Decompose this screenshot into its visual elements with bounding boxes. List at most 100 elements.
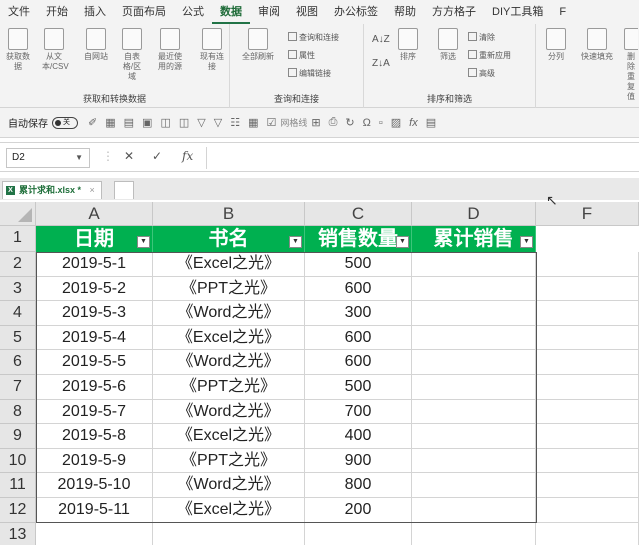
header-cell-title[interactable]: 书名 ▼ xyxy=(153,226,305,252)
row-header[interactable]: 1 xyxy=(0,226,36,252)
tab-data[interactable]: 数据 xyxy=(212,0,250,24)
tab-diy-toolbox[interactable]: DIY工具箱 xyxy=(484,0,551,24)
layout-icon[interactable]: ◫ xyxy=(160,116,170,129)
from-table-button[interactable]: 自表格/区域 xyxy=(120,28,144,82)
sort-az-button[interactable]: A↓Z xyxy=(372,34,390,46)
empty-cell[interactable] xyxy=(536,448,639,474)
autosave-toggle[interactable]: 关 xyxy=(52,116,78,129)
tab-view[interactable]: 视图 xyxy=(288,0,326,24)
frame-icon[interactable]: ▣ xyxy=(142,116,152,129)
edit-links-button[interactable]: 编辑链接 xyxy=(288,68,331,80)
header-cell-cumulative[interactable]: 累计销售 ▼ xyxy=(412,226,536,252)
get-data-button[interactable]: 获取数据 xyxy=(6,28,30,72)
fx-quick-icon[interactable]: fx xyxy=(409,117,418,129)
column-header-b[interactable]: B xyxy=(153,202,305,226)
empty-cell[interactable] xyxy=(536,301,639,326)
advanced-button[interactable]: 高级 xyxy=(468,68,495,80)
row-header[interactable]: 2 xyxy=(0,252,36,277)
filter-dropdown-icon[interactable]: ▼ xyxy=(289,236,302,248)
quantity-cell[interactable] xyxy=(305,522,412,545)
omega-symbol-icon[interactable]: Ω xyxy=(363,117,371,129)
formula-input[interactable] xyxy=(206,147,639,169)
enter-icon[interactable]: ✓ xyxy=(152,149,162,163)
header-cell-date[interactable]: 日期 ▼ xyxy=(36,226,153,252)
flash-fill-button[interactable]: 快速填充 xyxy=(580,28,614,62)
filter-dropdown-icon[interactable]: ▼ xyxy=(396,236,409,248)
empty-cell[interactable] xyxy=(536,498,639,523)
empty-cell[interactable] xyxy=(536,424,639,449)
tab-home[interactable]: 开始 xyxy=(38,0,76,24)
format-icon[interactable]: ☷ xyxy=(230,116,240,129)
filter-quick-icon[interactable]: ▽ xyxy=(197,116,205,129)
empty-cell[interactable] xyxy=(536,375,639,400)
row-header[interactable]: 9 xyxy=(0,424,36,449)
header-cell-quantity[interactable]: 销售数量 ▼ xyxy=(305,226,412,252)
insert-cells-icon[interactable]: ⊞ xyxy=(311,116,320,129)
cumulative-cell[interactable] xyxy=(412,522,536,545)
date-cell[interactable] xyxy=(36,522,153,545)
recent-sources-button[interactable]: 最近使用的源 xyxy=(158,28,182,72)
column-header-d[interactable]: D xyxy=(412,202,536,226)
tab-fangfang[interactable]: 方方格子 xyxy=(424,0,484,24)
from-web-button[interactable]: 自网站 xyxy=(84,28,108,62)
row-header[interactable]: 5 xyxy=(0,325,36,351)
tab-page-layout[interactable]: 页面布局 xyxy=(114,0,174,24)
filter-dropdown-icon[interactable]: ▼ xyxy=(520,236,533,248)
filter2-quick-icon[interactable]: ▽ xyxy=(214,116,222,129)
tab-review[interactable]: 审阅 xyxy=(250,0,288,24)
empty-cell[interactable] xyxy=(536,522,639,545)
from-text-button[interactable]: 从文本/CSV xyxy=(42,28,69,72)
close-icon[interactable]: × xyxy=(90,185,95,195)
row-header[interactable]: 7 xyxy=(0,375,36,400)
tab-formulas[interactable]: 公式 xyxy=(174,0,212,24)
clear-button[interactable]: 清除 xyxy=(468,32,495,44)
gridlines-checkbox[interactable]: ☑ xyxy=(266,116,276,129)
row-header[interactable]: 11 xyxy=(0,473,36,498)
empty-cell[interactable] xyxy=(536,276,639,302)
empty-cell[interactable] xyxy=(536,325,639,351)
chevron-down-icon[interactable]: ▼ xyxy=(75,149,83,167)
empty-cell[interactable] xyxy=(536,473,639,498)
empty-cell[interactable] xyxy=(536,252,639,277)
row-header[interactable]: 6 xyxy=(0,350,36,375)
tab-insert[interactable]: 插入 xyxy=(76,0,114,24)
row-header[interactable]: 13 xyxy=(0,522,36,545)
strike-icon[interactable]: ▨ xyxy=(391,116,401,129)
row-header[interactable]: 8 xyxy=(0,399,36,425)
cancel-icon[interactable]: ✕ xyxy=(124,149,134,163)
workbook-tab[interactable]: X 累计求和.xlsx * × xyxy=(2,181,102,199)
refresh-all-button[interactable]: 全部刷新 xyxy=(238,28,278,62)
tab-help[interactable]: 帮助 xyxy=(386,0,424,24)
name-box[interactable]: D2 ▼ xyxy=(6,148,90,168)
tab-office-tabs[interactable]: 办公标签 xyxy=(326,0,386,24)
column-header-a[interactable]: A xyxy=(36,202,153,226)
row-header[interactable]: 4 xyxy=(0,301,36,326)
reapply-button[interactable]: 重新应用 xyxy=(468,50,511,62)
insert-function-icon[interactable]: fx xyxy=(182,149,193,163)
empty-cell[interactable] xyxy=(536,350,639,375)
remove-duplicates-button[interactable]: 删除重复值 xyxy=(624,28,638,102)
filter-button[interactable]: 筛选 xyxy=(436,28,460,62)
row-header[interactable]: 3 xyxy=(0,276,36,302)
empty-cell[interactable] xyxy=(536,399,639,425)
row-header[interactable]: 10 xyxy=(0,448,36,474)
print-icon[interactable]: ⎙ xyxy=(329,116,338,129)
grid-icon[interactable]: ▦ xyxy=(248,116,258,129)
layout2-icon[interactable]: ◫ xyxy=(179,116,189,129)
row-header[interactable]: 12 xyxy=(0,498,36,523)
properties-button[interactable]: 属性 xyxy=(288,50,315,62)
paste-icon[interactable]: ▤ xyxy=(124,116,134,129)
brush-icon[interactable]: ✐ xyxy=(88,116,97,129)
text-to-columns-button[interactable]: 分列 xyxy=(544,28,568,62)
new-tab-button[interactable] xyxy=(114,181,134,199)
menu-icon[interactable]: ▤ xyxy=(426,116,436,129)
queries-connections-button[interactable]: 查询和连接 xyxy=(288,32,339,44)
tab-file[interactable]: 文件 xyxy=(0,0,38,24)
sort-za-button[interactable]: Z↓A xyxy=(372,58,390,70)
column-header-c[interactable]: C xyxy=(305,202,412,226)
redo-icon[interactable]: ↻ xyxy=(345,116,354,129)
filter-dropdown-icon[interactable]: ▼ xyxy=(137,236,150,248)
box-icon[interactable]: ▫ xyxy=(379,117,383,129)
title-cell[interactable] xyxy=(153,522,305,545)
tab-f[interactable]: F xyxy=(551,0,574,24)
